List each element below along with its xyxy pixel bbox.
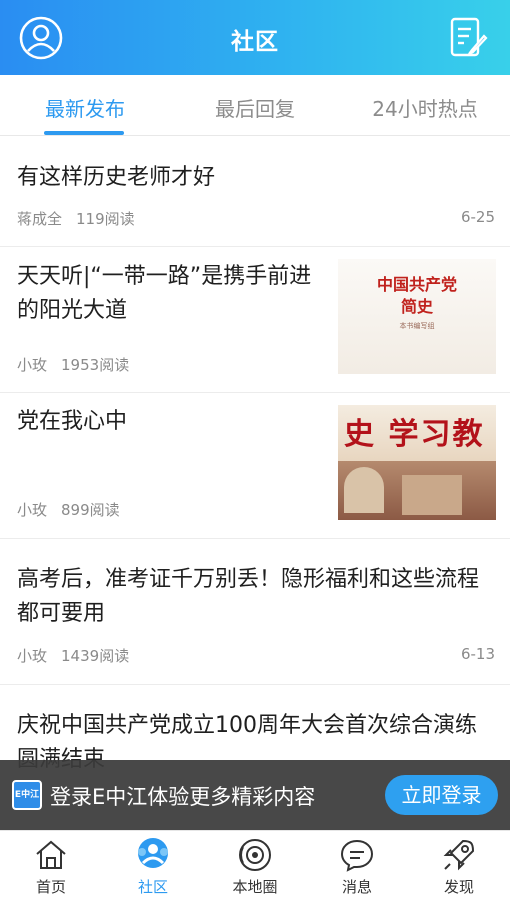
nav-label: 首页: [35, 878, 66, 896]
article-read-count: 119阅读: [76, 210, 135, 228]
home-icon: [36, 840, 66, 869]
nav-label: 消息: [341, 878, 372, 896]
thumb-publisher: 本书编写组: [399, 322, 435, 330]
tab-24h-hot[interactable]: 24小时热点: [340, 93, 510, 122]
tab-latest[interactable]: 最新发布: [0, 93, 170, 122]
feed-tabs: 最新发布 最后回复 24小时热点: [0, 75, 510, 136]
nav-label: 社区: [137, 878, 168, 896]
discover-rocket-icon: [443, 839, 475, 871]
login-prompt-banner: E中江 登录E中江体验更多精彩内容 立即登录: [0, 760, 510, 830]
list-item[interactable]: 党在我心中 小玫 899阅读 史 学习教: [0, 393, 510, 539]
article-read-count: 899阅读: [61, 501, 120, 519]
article-read-count: 1439阅读: [61, 647, 130, 665]
article-meta: 蒋成全 119阅读: [17, 208, 135, 229]
nav-item-community[interactable]: 社区: [102, 831, 204, 898]
community-icon: [138, 838, 168, 868]
article-author: 小玫: [17, 501, 48, 519]
article-author: 小玫: [17, 647, 48, 665]
article-author: 蒋成全: [17, 210, 63, 228]
article-title: 天天听|“一带一路”是携手前进 的阳光大道: [17, 264, 312, 323]
thumb-book-title: 中国共产党: [376, 275, 457, 294]
local-circle-icon: [239, 839, 271, 871]
article-meta: 小玫 899阅读: [17, 499, 120, 520]
login-button[interactable]: 立即登录: [385, 775, 498, 815]
article-date: 6-25: [460, 208, 495, 226]
article-thumbnail: 中国共产党 简史 本书编写组: [338, 259, 496, 374]
thumb-book-subtitle: 简史: [400, 297, 433, 316]
article-author: 小玫: [17, 356, 48, 374]
page-title: 社区: [231, 29, 279, 55]
list-item[interactable]: 高考后，准考证千万别丢！隐形福利和这些流程 都可要用 小玫 1439阅读 6-13: [0, 539, 510, 685]
article-title: 高考后，准考证千万别丢！隐形福利和这些流程 都可要用: [17, 567, 480, 626]
article-read-count: 1953阅读: [61, 356, 130, 374]
nav-item-discover[interactable]: 发现: [408, 831, 510, 898]
article-meta: 小玫 1439阅读: [17, 645, 129, 666]
active-tab-indicator: [44, 131, 124, 135]
article-meta: 小玫 1953阅读: [17, 354, 129, 375]
list-item[interactable]: 天天听|“一带一路”是携手前进 的阳光大道 小玫 1953阅读 中国共产党 简史 …: [0, 247, 510, 393]
bottom-navigation: 首页 社区 本地圈 消息 发现: [0, 830, 510, 898]
nav-label: 本地圈: [232, 878, 278, 896]
article-title: 党在我心中: [17, 409, 128, 434]
article-date: 6-13: [460, 645, 495, 663]
app-logo: E中江: [12, 780, 42, 810]
login-prompt-text: 登录E中江体验更多精彩内容: [50, 785, 316, 809]
nav-item-home[interactable]: 首页: [0, 831, 102, 898]
edit-post-icon[interactable]: [448, 16, 488, 60]
list-item[interactable]: 有这样历史老师才好 蒋成全 119阅读 6-25: [0, 137, 510, 247]
message-icon: [340, 839, 374, 872]
article-title: 有这样历史老师才好: [17, 165, 216, 190]
nav-item-local-circle[interactable]: 本地圈: [204, 831, 306, 898]
list-item[interactable]: 庆祝中国共产党成立100周年大会首次综合演练 圆满结束: [0, 685, 510, 772]
article-thumbnail: 史 学习教: [338, 405, 496, 520]
thumb-caption: 史 学习教: [344, 417, 485, 452]
nav-item-messages[interactable]: 消息: [306, 831, 408, 898]
nav-label: 发现: [443, 878, 474, 896]
tab-last-reply[interactable]: 最后回复: [170, 93, 340, 122]
top-app-bar: 社区: [0, 0, 510, 75]
